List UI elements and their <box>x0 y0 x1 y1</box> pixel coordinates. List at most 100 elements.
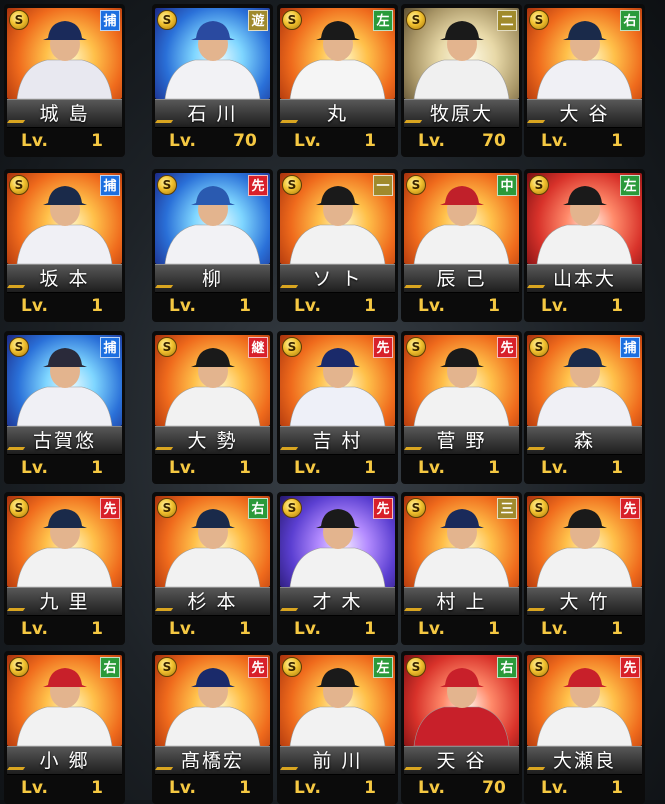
s-rank-coin-icon: S <box>9 10 29 30</box>
position-badge: 先 <box>248 175 268 196</box>
s-rank-coin-icon: S <box>529 10 549 30</box>
player-name-bar: 大瀬良 <box>527 746 642 775</box>
level-label: Lv. <box>541 458 568 478</box>
player-card[interactable]: S 左 丸 Lv. 1 <box>277 4 398 157</box>
player-card[interactable]: S 捕 古賀悠 Lv. 1 <box>4 331 125 484</box>
level-value: 1 <box>364 131 376 151</box>
player-portrait: S 先 <box>155 655 270 746</box>
level-label: Lv. <box>418 296 445 316</box>
player-name: 柳 <box>201 268 223 290</box>
level-value: 70 <box>482 778 506 798</box>
position-badge: 左 <box>373 10 393 31</box>
player-card[interactable]: S 捕 森 Lv. 1 <box>524 331 645 484</box>
position-badge: 捕 <box>100 10 120 31</box>
level-label: Lv. <box>418 619 445 639</box>
player-card[interactable]: S 先 才 木 Lv. 1 <box>277 492 398 645</box>
level-value: 1 <box>91 778 103 798</box>
level-row: Lv. 1 <box>280 456 395 480</box>
player-name-bar: 古賀悠 <box>7 426 122 455</box>
position-badge: 先 <box>373 498 393 519</box>
player-name-bar: 小 郷 <box>7 746 122 775</box>
position-badge: 三 <box>497 498 517 519</box>
player-card[interactable]: S 捕 城 島 Lv. 1 <box>4 4 125 157</box>
player-name-bar: 村 上 <box>404 587 519 616</box>
s-rank-coin-icon: S <box>529 175 549 195</box>
s-rank-coin-icon: S <box>282 657 302 677</box>
level-value: 1 <box>611 458 623 478</box>
player-portrait: S 左 <box>280 655 395 746</box>
player-card[interactable]: S 遊 石 川 Lv. 70 <box>152 4 273 157</box>
position-badge: 先 <box>497 337 517 358</box>
level-value: 1 <box>364 619 376 639</box>
player-portrait: S 二 <box>404 8 519 99</box>
player-card[interactable]: S 右 小 郷 Lv. 1 <box>4 651 125 804</box>
player-card[interactable]: S 捕 坂 本 Lv. 1 <box>4 169 125 322</box>
position-badge: 先 <box>620 657 640 678</box>
player-card[interactable]: S 先 大瀬良 Lv. 1 <box>524 651 645 804</box>
level-row: Lv. 1 <box>527 129 642 153</box>
position-badge: 左 <box>373 657 393 678</box>
player-card[interactable]: S 右 杉 本 Lv. 1 <box>152 492 273 645</box>
player-name: 大 勢 <box>187 430 238 452</box>
player-card[interactable]: S 先 菅 野 Lv. 1 <box>401 331 522 484</box>
s-rank-coin-icon: S <box>9 175 29 195</box>
player-name-bar: 菅 野 <box>404 426 519 455</box>
player-portrait: S 遊 <box>155 8 270 99</box>
level-value: 1 <box>488 458 500 478</box>
player-card[interactable]: S 先 髙橋宏 Lv. 1 <box>152 651 273 804</box>
player-name-bar: 前 川 <box>280 746 395 775</box>
player-name: 吉 村 <box>312 430 363 452</box>
level-value: 1 <box>611 778 623 798</box>
level-label: Lv. <box>541 619 568 639</box>
player-portrait: S 右 <box>404 655 519 746</box>
player-name-bar: 九 里 <box>7 587 122 616</box>
player-name-bar: 杉 本 <box>155 587 270 616</box>
player-card[interactable]: S 右 大 谷 Lv. 1 <box>524 4 645 157</box>
position-badge: 右 <box>620 10 640 31</box>
s-rank-coin-icon: S <box>157 498 177 518</box>
player-card[interactable]: S 先 吉 村 Lv. 1 <box>277 331 398 484</box>
player-card[interactable]: S 先 柳 Lv. 1 <box>152 169 273 322</box>
player-name-bar: 山本大 <box>527 264 642 293</box>
s-rank-coin-icon: S <box>157 10 177 30</box>
position-badge: 左 <box>620 175 640 196</box>
player-name-bar: 城 島 <box>7 99 122 128</box>
level-row: Lv. 1 <box>280 617 395 641</box>
level-value: 1 <box>239 778 251 798</box>
level-row: Lv. 70 <box>404 776 519 800</box>
player-name: 小 郷 <box>39 750 90 772</box>
level-row: Lv. 1 <box>7 129 122 153</box>
player-card[interactable]: S 左 山本大 Lv. 1 <box>524 169 645 322</box>
player-card[interactable]: S 左 前 川 Lv. 1 <box>277 651 398 804</box>
player-card[interactable]: S 先 九 里 Lv. 1 <box>4 492 125 645</box>
player-card[interactable]: S 二 牧原大 Lv. 70 <box>401 4 522 157</box>
level-label: Lv. <box>418 458 445 478</box>
position-badge: 継 <box>248 337 268 358</box>
s-rank-coin-icon: S <box>406 175 426 195</box>
level-row: Lv. 1 <box>404 617 519 641</box>
player-name: 菅 野 <box>436 430 487 452</box>
player-card[interactable]: S 三 村 上 Lv. 1 <box>401 492 522 645</box>
level-row: Lv. 1 <box>7 776 122 800</box>
level-row: Lv. 1 <box>7 294 122 318</box>
player-card[interactable]: S 中 辰 己 Lv. 1 <box>401 169 522 322</box>
player-name: 古賀悠 <box>32 430 96 452</box>
player-name: 九 里 <box>39 591 90 613</box>
player-card[interactable]: S 右 天 谷 Lv. 70 <box>401 651 522 804</box>
level-row: Lv. 1 <box>527 456 642 480</box>
position-badge: 一 <box>373 175 393 196</box>
player-name-bar: 丸 <box>280 99 395 128</box>
level-label: Lv. <box>294 778 321 798</box>
s-rank-coin-icon: S <box>529 337 549 357</box>
player-name-bar: 大 勢 <box>155 426 270 455</box>
level-label: Lv. <box>21 458 48 478</box>
position-badge: 右 <box>248 498 268 519</box>
level-value: 70 <box>233 131 257 151</box>
player-card[interactable]: S 先 大 竹 Lv. 1 <box>524 492 645 645</box>
player-portrait: S 先 <box>527 655 642 746</box>
player-portrait: S 左 <box>280 8 395 99</box>
player-card[interactable]: S 一 ソ ト Lv. 1 <box>277 169 398 322</box>
player-name: 牧原大 <box>429 103 493 125</box>
player-card[interactable]: S 継 大 勢 Lv. 1 <box>152 331 273 484</box>
level-row: Lv. 1 <box>7 456 122 480</box>
